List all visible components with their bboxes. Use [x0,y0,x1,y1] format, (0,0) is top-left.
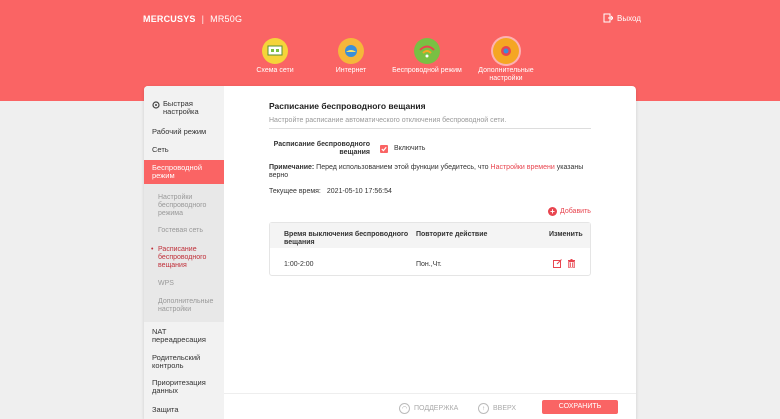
table-header: Время выключения беспроводного вещания П… [270,223,590,248]
column-header-edit: Изменить [549,231,583,238]
cell-repeat: Пон.,Чт. [416,261,442,268]
sidebar-item-label: Беспроводной режим [152,163,203,180]
sidebar-item-label: Приоритезация данных [152,378,206,395]
logout-button[interactable]: Выход [603,13,641,23]
current-time-row: Текущее время: 2021-05-10 17:56:54 [269,188,392,195]
top-label: ВВЕРХ [493,405,517,412]
sidebar-item-wireless[interactable]: Беспроводной режим [144,160,224,184]
main-panel: Быстрая настройка Рабочий режим Сеть Бес… [144,86,636,419]
enable-checkbox[interactable] [380,145,388,153]
sidebar-subitem-guest-network[interactable]: Гостевая сеть [144,227,224,235]
current-time-label: Текущее время: [269,188,321,195]
brand-logo: MERCUSYS | MR50G [143,14,242,24]
enable-label: Включить [394,145,426,152]
globe-icon [338,38,364,64]
gear-icon [152,101,160,109]
sidebar-subitem-label: Настройки беспроводного режима [158,194,207,217]
nav-advanced[interactable]: Дополнительные настройки [471,38,541,83]
page-description: Настройте расписание автоматического отк… [269,117,591,129]
sidebar-subitem-label: Расписание беспроводного вещания [158,246,207,269]
sidebar-item-operation-mode[interactable]: Рабочий режим [144,128,224,136]
sidebar-subitem-label: Гостевая сеть [158,227,204,234]
note-text: Примечание: Перед использованием этой фу… [269,164,589,180]
note-body: Перед использованием этой функции убедит… [314,164,491,171]
sidebar-item-label: Защита [152,405,179,414]
sidebar-item-label: Рабочий режим [152,127,207,136]
plus-icon: + [548,207,557,216]
back-to-top-link[interactable]: ↑ ВВЕРХ [478,403,516,414]
model-name: MR50G [210,14,243,24]
sidebar-item-qos[interactable]: Приоритезация данных [144,379,224,395]
sidebar-subitem-label: WPS [158,280,174,287]
check-icon [381,146,387,152]
save-button[interactable]: СОХРАНИТЬ [542,400,618,414]
arrow-up-icon: ↑ [478,403,489,414]
page-title: Расписание беспроводного вещания [269,101,426,111]
add-button[interactable]: + Добавить [548,207,591,216]
note-prefix: Примечание: [269,164,315,171]
wifi-icon [414,38,440,64]
sidebar-item-label: NAT переадресация [152,327,206,344]
nav-wireless[interactable]: Беспроводной режим [392,38,462,75]
sidebar-subitem-wps[interactable]: WPS [144,280,224,288]
logout-icon [603,13,613,23]
nav-internet[interactable]: Интернет [316,38,386,75]
content-area: Расписание беспроводного вещания Настрой… [224,86,636,419]
edit-icon[interactable] [553,259,562,268]
nav-label: Дополнительные настройки [478,67,534,82]
brand-separator: | [201,14,205,24]
support-label: ПОДДЕРЖКА [414,405,459,412]
sidebar: Быстрая настройка Рабочий режим Сеть Бес… [144,86,224,419]
time-settings-link[interactable]: Настройки времени [491,164,555,171]
add-label: Добавить [560,208,591,215]
footer-bar: ◠ ПОДДЕРЖКА ↑ ВВЕРХ СОХРАНИТЬ [224,393,636,419]
sidebar-item-nat[interactable]: NAT переадресация [144,328,224,344]
sidebar-item-parental-control[interactable]: Родительский контроль [144,354,224,370]
nav-label: Беспроводной режим [392,67,462,74]
delete-icon[interactable] [567,259,576,268]
sidebar-item-label: Родительский контроль [152,353,201,370]
sidebar-item-label: Быстрая настройка [163,99,199,116]
column-header-time: Время выключения беспроводного вещания [284,231,409,246]
network-map-icon [262,38,288,64]
sidebar-subitem-wireless-schedule[interactable]: • Расписание беспроводного вещания [144,246,224,270]
current-time-value: 2021-05-10 17:56:54 [326,188,392,195]
gear-icon [493,38,519,64]
column-header-repeat: Повторите действие [416,231,488,238]
sidebar-item-quick-setup[interactable]: Быстрая настройка [144,100,224,116]
sidebar-item-security[interactable]: Защита [144,406,224,414]
schedule-table: Время выключения беспроводного вещания П… [269,222,591,276]
sidebar-subitem-wireless-settings[interactable]: Настройки беспроводного режима [144,194,224,218]
sidebar-item-network[interactable]: Сеть [144,146,224,154]
sidebar-subitem-advanced[interactable]: Дополнительные настройки [144,298,224,314]
brand-name: MERCUSYS [143,14,196,24]
support-link[interactable]: ◠ ПОДДЕРЖКА [399,403,458,414]
nav-label: Схема сети [256,67,294,74]
schedule-label: Расписание беспроводного вещания [273,141,370,156]
headset-icon: ◠ [399,403,410,414]
cell-time: 1:00-2:00 [284,261,314,268]
sidebar-subitem-label: Дополнительные настройки [158,298,214,313]
nav-label: Интернет [335,67,367,74]
sidebar-item-label: Сеть [152,145,169,154]
logout-label: Выход [617,13,641,23]
nav-network-map[interactable]: Схема сети [240,38,310,75]
bullet-icon: • [151,246,154,253]
